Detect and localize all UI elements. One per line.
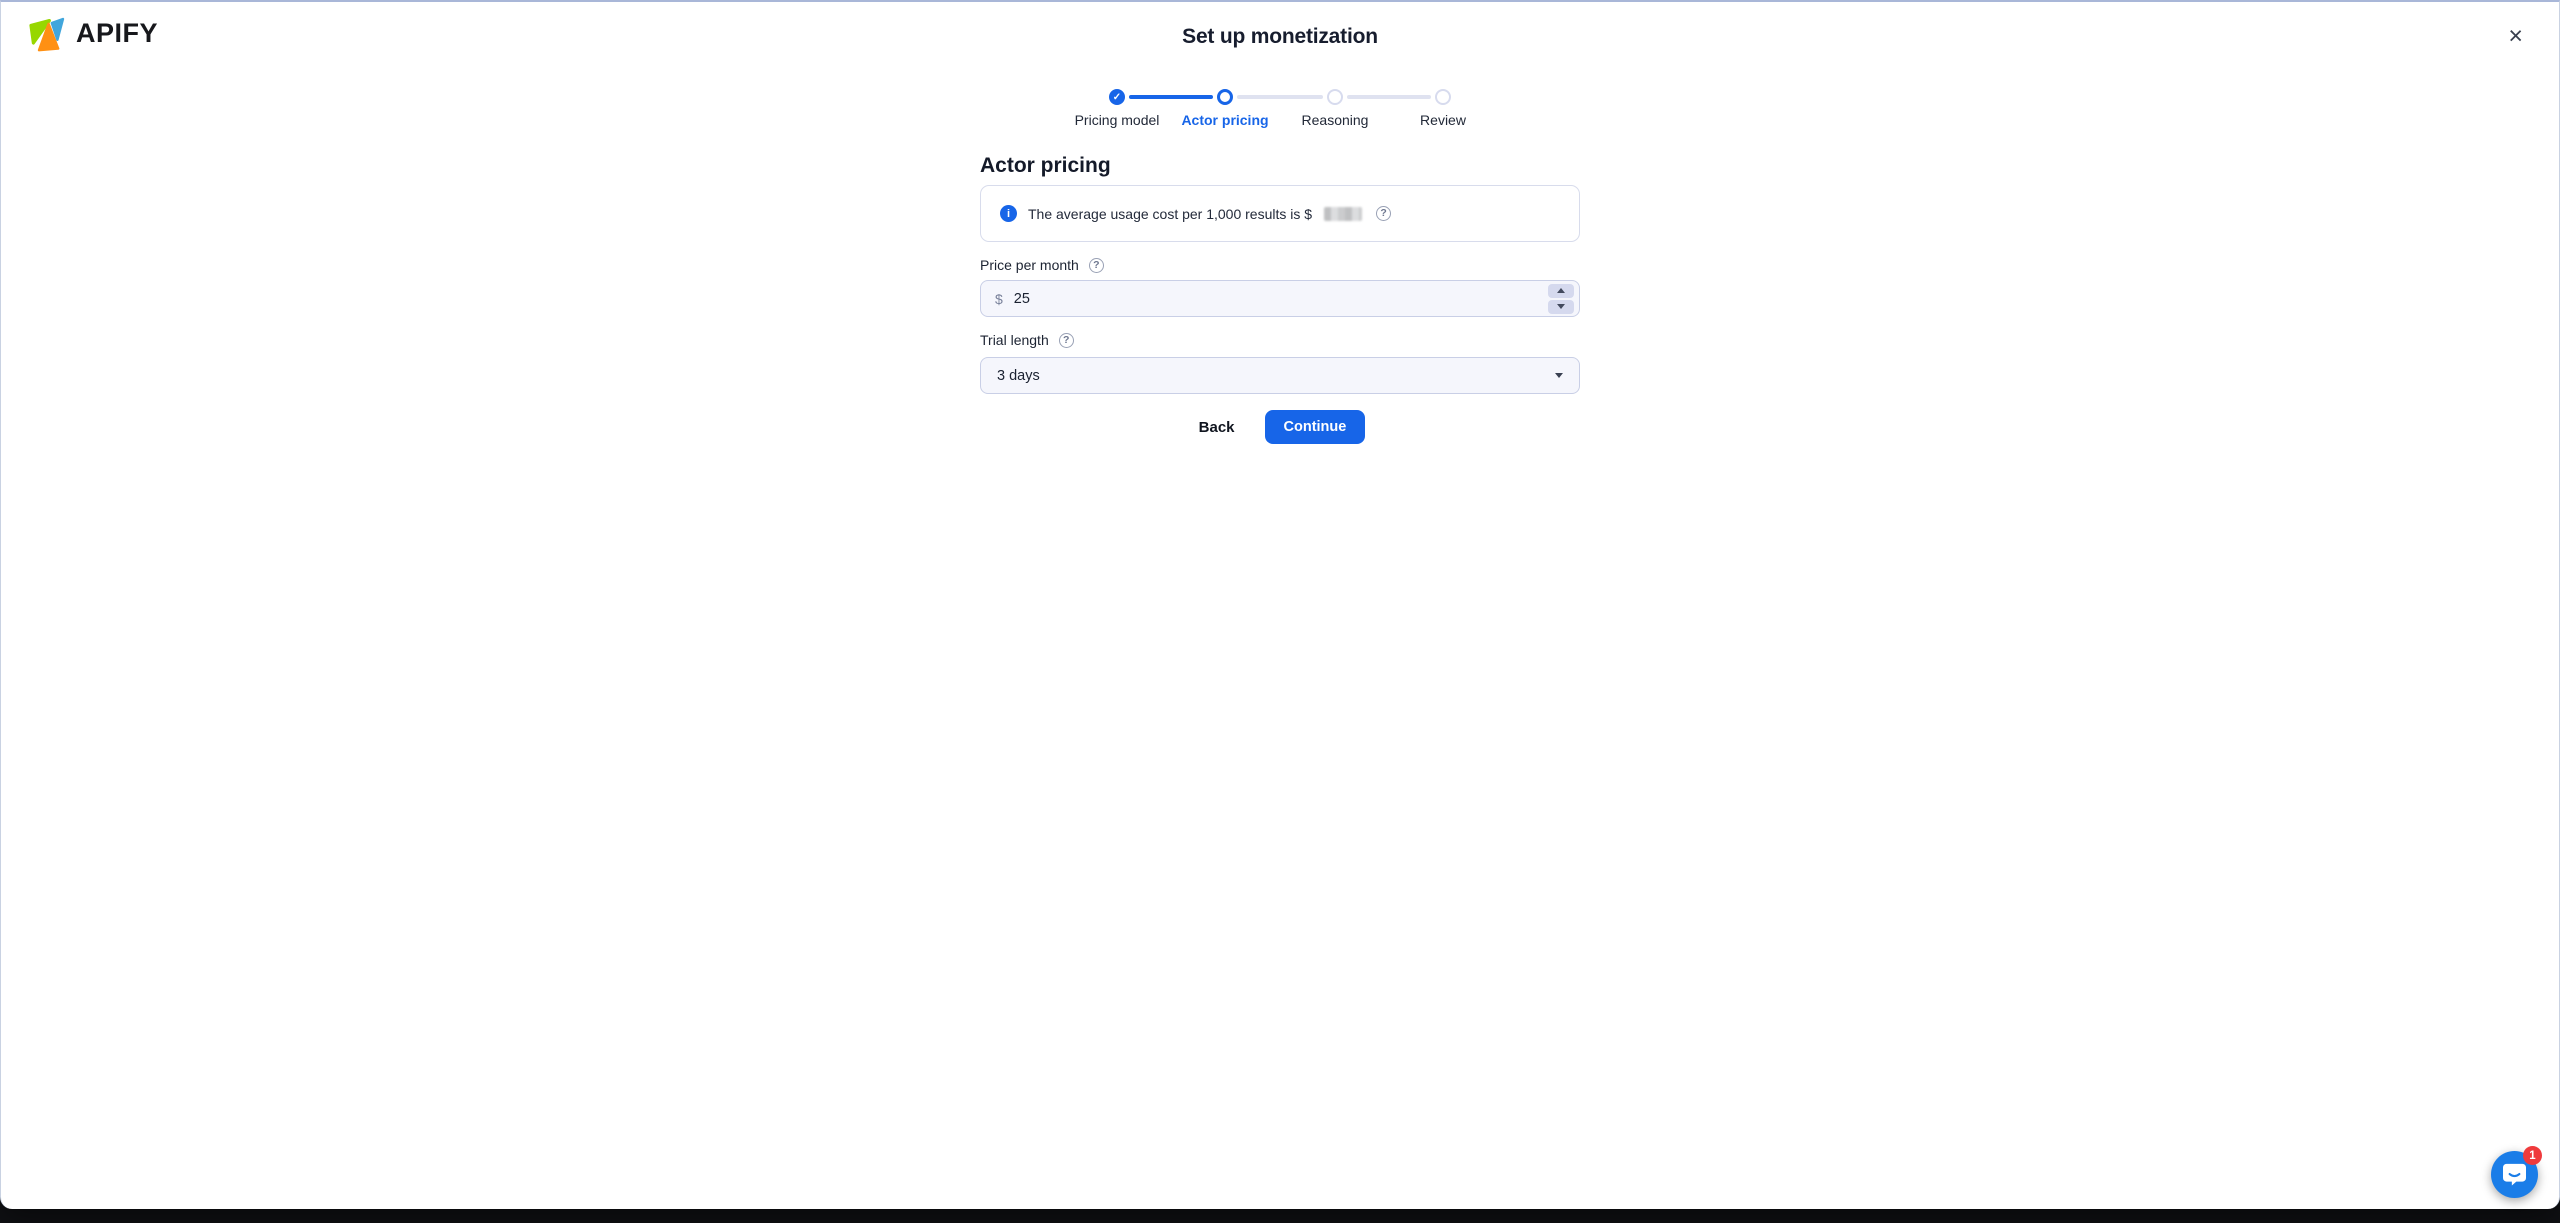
average-cost-info-banner: i The average usage cost per 1,000 resul… (980, 185, 1580, 242)
price-input[interactable] (1013, 290, 1565, 307)
chevron-down-icon (1555, 373, 1563, 378)
help-icon[interactable]: ? (1088, 257, 1104, 273)
number-stepper (1548, 283, 1574, 314)
redacted-value (1324, 206, 1363, 221)
price-per-month-label: Price per month ? (980, 257, 1104, 273)
increment-button[interactable] (1548, 283, 1574, 298)
monetization-modal: APIFY Set up monetization × ✓ Pricing mo… (0, 0, 2560, 1209)
arrow-up-icon (1557, 288, 1565, 293)
continue-button[interactable]: Continue (1264, 410, 1366, 444)
chat-bubble-icon (2503, 1163, 2526, 1186)
decrement-button[interactable] (1548, 299, 1574, 314)
form-content: Actor pricing i The average usage cost p… (980, 2, 1580, 1209)
trial-length-select[interactable]: 3 days (980, 357, 1580, 394)
arrow-down-icon (1557, 304, 1565, 309)
trial-length-label-text: Trial length (980, 332, 1049, 348)
notification-badge: 1 (2523, 1146, 2542, 1165)
info-icon: i (1000, 205, 1017, 222)
help-icon[interactable]: ? (1058, 332, 1074, 348)
trial-length-value: 3 days (997, 367, 1040, 384)
info-banner-text: The average usage cost per 1,000 results… (1028, 205, 1313, 222)
help-icon[interactable]: ? (1376, 206, 1392, 221)
trial-length-label: Trial length ? (980, 332, 1074, 348)
price-per-month-field: $ (980, 280, 1580, 317)
section-heading: Actor pricing (980, 154, 1111, 177)
back-button[interactable]: Back (1195, 413, 1239, 442)
close-icon[interactable]: × (2504, 20, 2527, 53)
currency-prefix: $ (995, 290, 1003, 307)
form-actions: Back Continue (980, 410, 1580, 444)
price-per-month-label-text: Price per month (980, 257, 1079, 273)
chat-widget: 1 (2491, 1146, 2542, 1198)
